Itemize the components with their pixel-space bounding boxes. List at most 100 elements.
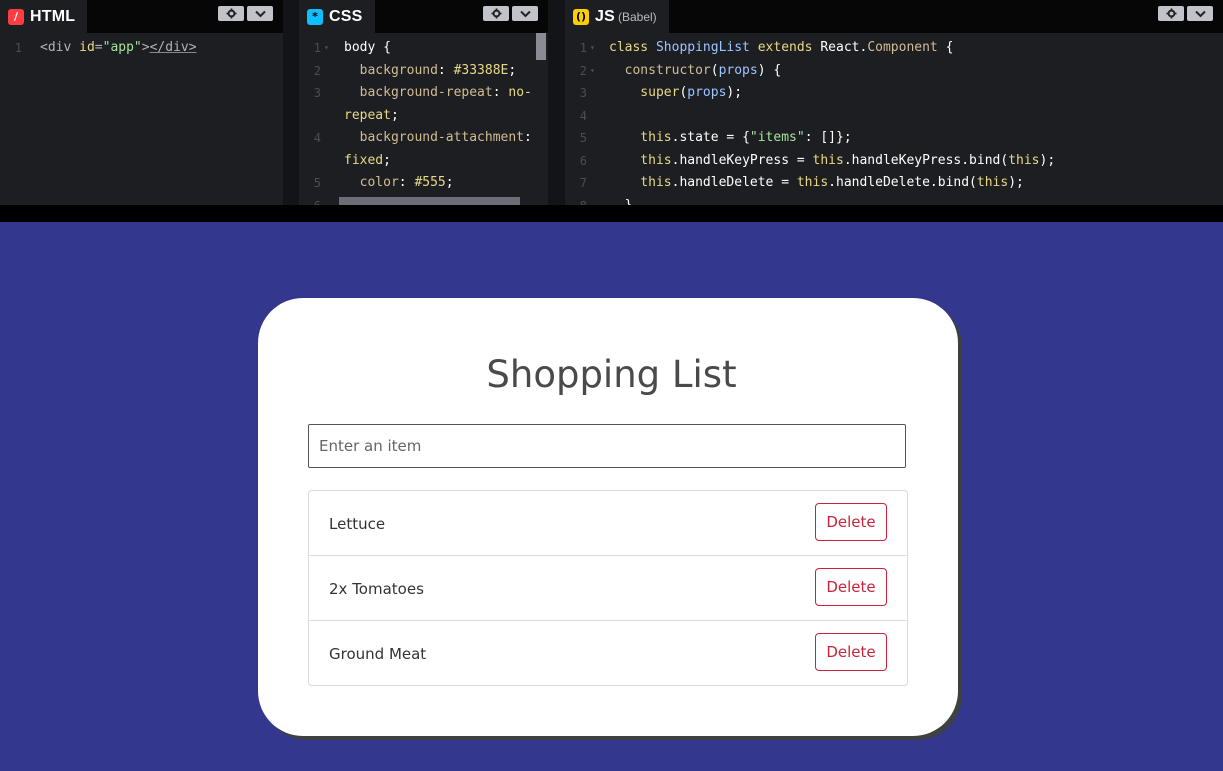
code-token: this bbox=[976, 175, 1009, 190]
js-collapse-button[interactable] bbox=[1187, 6, 1213, 21]
code-text: body { bbox=[344, 37, 391, 60]
html-logo-icon: / bbox=[8, 8, 24, 25]
html-settings-button[interactable] bbox=[218, 6, 244, 21]
code-line: repeat; bbox=[299, 105, 548, 128]
js-editor-panel: () JS (Babel) 1 ▾ class ShoppingList exten… bbox=[565, 0, 1223, 205]
code-token: = bbox=[94, 40, 103, 55]
code-token: : []}; bbox=[804, 130, 852, 145]
code-token: ; bbox=[390, 107, 399, 123]
js-code-area[interactable]: 1 ▾ class ShoppingList extends React.Compo… bbox=[565, 37, 1223, 205]
code-line: 7 this.handleDelete = this.handleDelete.… bbox=[565, 172, 1223, 195]
code-text: this.handleKeyPress = this.handleKeyPres… bbox=[609, 150, 1055, 173]
css-collapse-button[interactable] bbox=[512, 6, 538, 21]
code-token: : bbox=[492, 85, 509, 100]
css-code-area[interactable]: 1 ▾ body {2 background: #33388E; 3 backgrou… bbox=[299, 37, 548, 205]
code-text: background-repeat: no- bbox=[344, 82, 532, 105]
code-text: } bbox=[609, 195, 633, 206]
code-token: ; bbox=[508, 62, 517, 78]
code-line: 1 <div id="app"></div> bbox=[0, 37, 283, 60]
code-line: 5 this.state = {"items": []}; bbox=[565, 127, 1223, 150]
code-token: : bbox=[437, 62, 454, 78]
code-token: props bbox=[718, 62, 758, 78]
line-number: 8 bbox=[565, 195, 587, 206]
code-token: #555 bbox=[414, 175, 446, 190]
html-collapse-button[interactable] bbox=[247, 6, 273, 21]
css-editor-panel: * CSS 1 ▾ body {2 background: #33388E; 3 ba… bbox=[299, 0, 548, 205]
code-token: super bbox=[609, 85, 680, 100]
code-token: background-repeat bbox=[344, 85, 493, 100]
code-token: extends bbox=[757, 40, 821, 55]
delete-button[interactable]: Delete bbox=[815, 633, 887, 671]
code-token: React bbox=[820, 40, 860, 55]
code-line: 2 ▾ constructor(props) { bbox=[565, 60, 1223, 83]
code-token: background-attachment bbox=[344, 130, 525, 145]
js-panel-header: () JS (Babel) bbox=[565, 0, 1223, 33]
html-panel-tools bbox=[218, 6, 273, 21]
line-number: 7 bbox=[579, 176, 587, 190]
code-token: { bbox=[937, 40, 954, 55]
code-token: ; bbox=[445, 175, 454, 190]
code-token: .handleKeyPress.bind( bbox=[843, 152, 1009, 168]
tab-html[interactable]: / HTML bbox=[0, 0, 88, 33]
code-token: ShoppingList bbox=[655, 40, 758, 55]
css-vertical-scrollbar[interactable] bbox=[536, 33, 546, 60]
code-line: 2 background: #33388E; bbox=[299, 60, 548, 83]
code-line: 1 ▾ body { bbox=[299, 37, 548, 60]
code-line: 4 bbox=[565, 105, 1223, 128]
line-number: 3 bbox=[579, 86, 587, 100]
line-number: 1 bbox=[313, 41, 321, 55]
panel-resize-handle[interactable] bbox=[548, 0, 565, 205]
tab-js[interactable]: () JS (Babel) bbox=[565, 0, 669, 33]
code-text: color: #555; bbox=[344, 172, 454, 195]
line-number: 5 bbox=[579, 131, 587, 145]
code-token: this bbox=[609, 152, 672, 168]
code-token: : bbox=[524, 130, 532, 145]
line-number: 4 bbox=[313, 131, 321, 145]
js-panel-tools bbox=[1158, 6, 1213, 21]
code-text: constructor(props) { bbox=[609, 60, 782, 83]
code-token: ); bbox=[726, 85, 743, 100]
html-panel-header: / HTML bbox=[0, 0, 283, 33]
code-token: "app" bbox=[102, 40, 142, 55]
code-text: class ShoppingList extends React.Compone… bbox=[609, 37, 953, 60]
delete-button[interactable]: Delete bbox=[815, 568, 887, 606]
gear-icon bbox=[225, 8, 237, 19]
code-token: > bbox=[141, 40, 150, 55]
shopping-list: Lettuce Delete 2x Tomatoes Delete Ground Mea… bbox=[308, 490, 908, 686]
tab-css[interactable]: * CSS bbox=[299, 0, 375, 33]
code-text: <div id="app"></div> bbox=[40, 37, 197, 60]
code-token: .state = { bbox=[671, 130, 750, 145]
code-token: ); bbox=[1039, 152, 1056, 168]
delete-button[interactable]: Delete bbox=[815, 503, 887, 541]
item-input[interactable] bbox=[308, 424, 906, 468]
gear-icon bbox=[490, 8, 502, 19]
html-code-area[interactable]: 1 <div id="app"></div> bbox=[0, 37, 283, 205]
js-settings-button[interactable] bbox=[1158, 6, 1184, 21]
css-horizontal-scrollbar[interactable] bbox=[339, 197, 520, 205]
line-number: 1 bbox=[579, 41, 587, 55]
code-editors: / HTML 1 <div id="app"></div> * CSS 1 ▾ … bbox=[0, 0, 1223, 222]
code-token: this bbox=[812, 152, 844, 168]
fold-arrow-icon[interactable]: ▾ bbox=[590, 37, 595, 60]
item-label: Ground Meat bbox=[329, 645, 427, 663]
list-item: Lettuce Delete bbox=[309, 491, 907, 556]
line-number: 5 bbox=[313, 176, 321, 190]
tab-css-label: CSS bbox=[329, 7, 363, 25]
chevron-down-icon bbox=[254, 10, 266, 17]
fold-arrow-icon[interactable]: ▾ bbox=[590, 60, 595, 83]
chevron-down-icon bbox=[1194, 10, 1206, 17]
fold-arrow-icon[interactable]: ▾ bbox=[324, 37, 329, 60]
css-panel-tools bbox=[483, 6, 538, 21]
code-text: background: #33388E; bbox=[344, 60, 517, 83]
code-line: 4 background-attachment: bbox=[299, 127, 548, 150]
line-number: 2 bbox=[579, 63, 587, 78]
code-text: fixed; bbox=[344, 150, 391, 173]
html-editor-panel: / HTML 1 <div id="app"></div> bbox=[0, 0, 283, 205]
code-line: 5 color: #555; bbox=[299, 172, 548, 195]
panel-resize-handle[interactable] bbox=[283, 0, 299, 205]
item-label: 2x Tomatoes bbox=[329, 580, 424, 598]
code-token: .handleKeyPress = bbox=[671, 152, 813, 168]
code-token: body { bbox=[344, 40, 391, 55]
code-token: ( bbox=[710, 62, 719, 78]
css-settings-button[interactable] bbox=[483, 6, 509, 21]
